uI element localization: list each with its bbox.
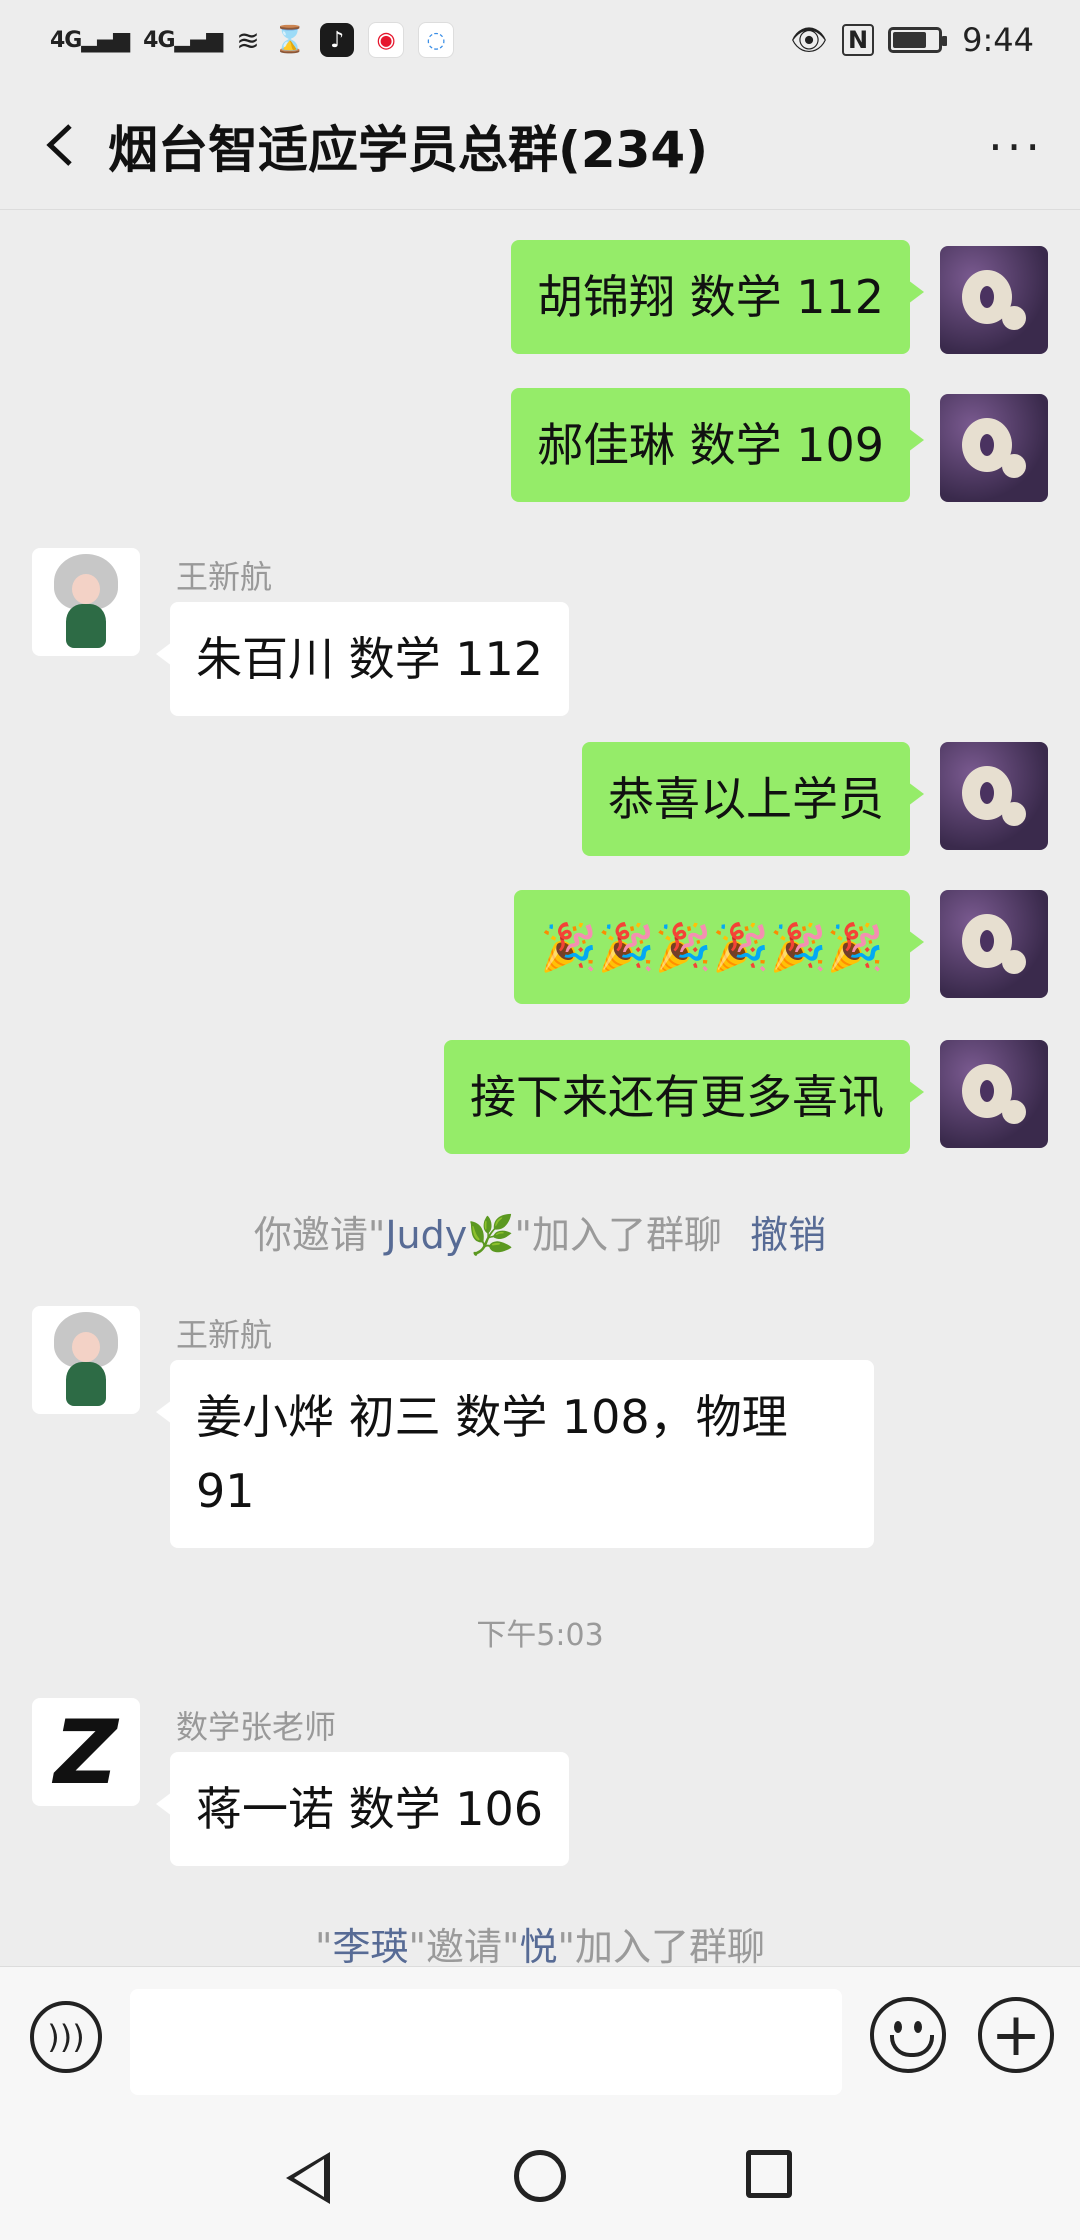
message-bubble[interactable]: 接下来还有更多喜讯 [444, 1040, 924, 1154]
message-list[interactable]: 胡锦翔 数学 112 郝佳琳 数学 109 王新航 朱百川 数学 112 恭喜以… [0, 210, 1080, 1966]
plus-icon: + [990, 2000, 1042, 2070]
signal-2-icon: 4G▂▄▆ [143, 27, 223, 53]
wifi-icon: ≋ [236, 23, 260, 57]
battery-level [893, 32, 927, 48]
voice-input-button[interactable]: ))) [30, 2001, 102, 2073]
battery-icon [888, 27, 948, 53]
chevron-left-icon [46, 124, 72, 166]
weibo-app-icon: ◉ [368, 22, 405, 58]
message-bubble[interactable]: 胡锦翔 数学 112 [510, 240, 925, 354]
message-input[interactable] [130, 1989, 842, 2095]
message-row: 胡锦翔 数学 112 [0, 240, 1080, 360]
inviter-link[interactable]: 李瑛 [333, 1925, 409, 1966]
message-bubble[interactable]: 🎉🎉🎉🎉🎉🎉 [514, 890, 924, 1004]
signal-1-icon: 4G▂▄▆ [50, 27, 130, 53]
system-message-join: "李瑛"邀请"悦"加入了群聊 [0, 1916, 1080, 1966]
message-row: 王新航 朱百川 数学 112 [0, 538, 1080, 716]
nav-home-button[interactable] [514, 2150, 566, 2202]
message-row: 🎉🎉🎉🎉🎉🎉 [0, 890, 1080, 1010]
message-row: 恭喜以上学员 [0, 742, 1080, 862]
sender-name: 王新航 [176, 1316, 273, 1354]
system-text: "加入了群聊 [557, 1925, 765, 1966]
chat-title: 烟台智适应学员总群(234) [108, 121, 709, 179]
system-nav-bar [0, 2110, 1080, 2240]
eye-icon: 👁 [789, 22, 829, 58]
emoji-button[interactable] [870, 1997, 946, 2073]
my-avatar[interactable] [940, 246, 1048, 354]
member-avatar[interactable] [32, 548, 140, 656]
my-avatar[interactable] [940, 1040, 1048, 1148]
revoke-invite-link[interactable]: 撤销 [750, 1213, 826, 1257]
system-text: " [315, 1925, 333, 1966]
my-avatar[interactable] [940, 394, 1048, 502]
message-bubble[interactable]: 恭喜以上学员 [582, 742, 924, 856]
message-bubble[interactable]: 蒋一诺 数学 106 [155, 1752, 570, 1866]
back-button[interactable] [34, 120, 84, 170]
message-row: 郝佳琳 数学 109 [0, 388, 1080, 508]
message-bubble[interactable]: 郝佳琳 数学 109 [510, 388, 925, 502]
invited-member-link[interactable]: Judy🌿 [385, 1213, 514, 1257]
message-row: 接下来还有更多喜讯 [0, 1040, 1080, 1160]
smiley-mouth [890, 2035, 934, 2057]
smiley-eye [914, 2021, 922, 2033]
voice-icon: ))) [47, 2018, 85, 2056]
input-bar: ))) + [0, 1966, 1080, 2111]
message-row: 王新航 姜小烨 初三 数学 108，物理 91 [0, 1306, 1080, 1566]
message-row: Z 数学张老师 蒋一诺 数学 106 [0, 1698, 1080, 1878]
sender-name: 数学张老师 [176, 1708, 337, 1746]
nfc-icon: N [842, 24, 875, 56]
browser-app-icon: ◌ [418, 22, 455, 58]
system-text: 你邀请" [253, 1213, 386, 1257]
my-avatar[interactable] [940, 890, 1048, 998]
nav-recents-button[interactable] [746, 2150, 792, 2198]
more-functions-button[interactable]: + [978, 1997, 1054, 2073]
member-avatar[interactable] [32, 1306, 140, 1414]
message-bubble[interactable]: 朱百川 数学 112 [155, 602, 570, 716]
status-bar: 4G▂▄▆ 4G▂▄▆ ≋ ⌛ ♪ ◉ ◌ 👁 N 9:44 [0, 0, 1080, 80]
system-text: "邀请" [408, 1925, 520, 1966]
smiley-icon [894, 2021, 902, 2033]
system-text: "加入了群聊 [514, 1213, 723, 1257]
invitee-link[interactable]: 悦 [519, 1925, 557, 1966]
hourglass-icon: ⌛ [273, 25, 307, 55]
teacher-avatar[interactable]: Z [32, 1698, 140, 1806]
chat-header: 烟台智适应学员总群(234) ··· [0, 80, 1080, 210]
tiktok-app-icon: ♪ [320, 23, 355, 57]
my-avatar[interactable] [940, 742, 1048, 850]
message-bubble[interactable]: 姜小烨 初三 数学 108，物理 91 [156, 1360, 874, 1548]
sender-name: 王新航 [176, 558, 273, 596]
clock-time: 9:44 [962, 21, 1034, 59]
timestamp: 下午5:03 [476, 1618, 604, 1653]
more-options-button[interactable]: ··· [988, 120, 1044, 174]
system-message-invite: 你邀请"Judy🌿"加入了群聊 撤销 [0, 1204, 1080, 1259]
nav-back-triangle-icon [294, 2159, 324, 2197]
